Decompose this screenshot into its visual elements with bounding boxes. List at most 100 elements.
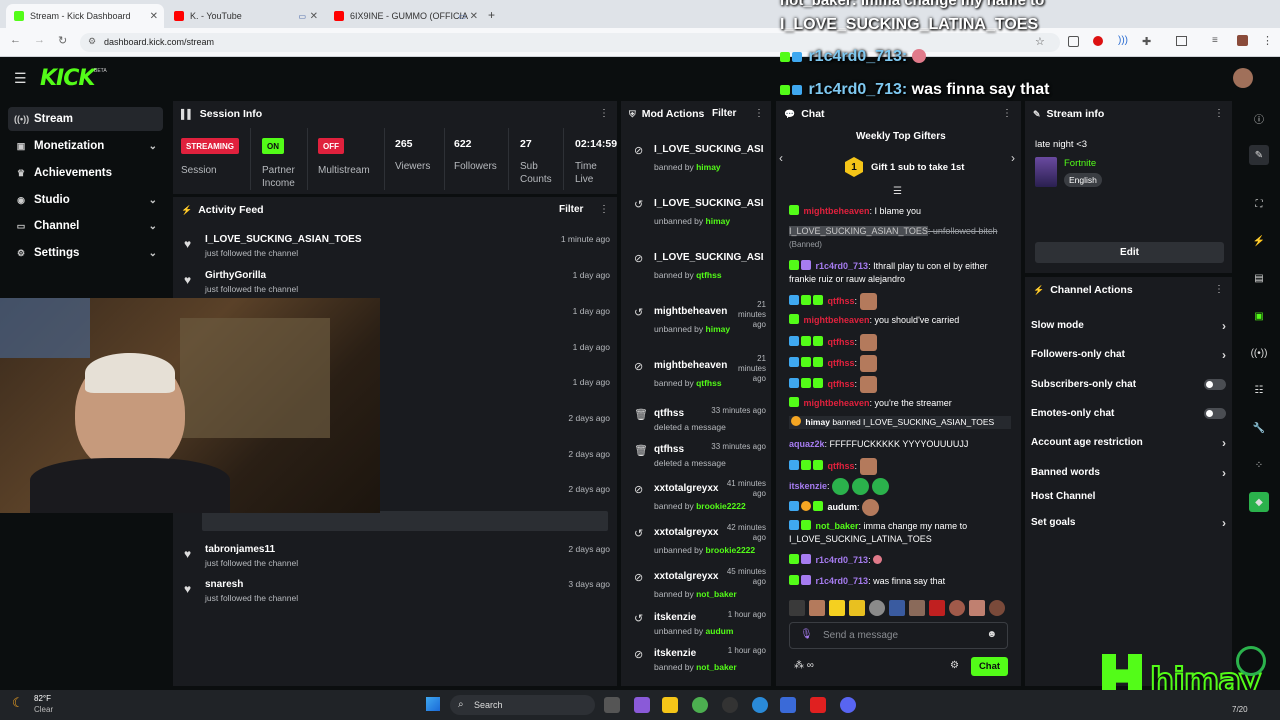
adblock-extension-icon[interactable] xyxy=(1093,36,1103,46)
chat-settings-gear-icon[interactable]: ⚙ xyxy=(950,660,959,671)
nodes-icon[interactable]: ⁘ xyxy=(1249,455,1269,475)
chat-users-icon[interactable]: ⁂ ∞ xyxy=(794,660,814,671)
emote-quick-item[interactable] xyxy=(789,600,805,616)
pencil-icon[interactable]: ✎ xyxy=(1249,145,1269,165)
info-icon[interactable]: ⓘ xyxy=(1249,108,1269,128)
sidebar-item-studio[interactable]: ◉ Studio ⌄ xyxy=(8,188,163,212)
chat-input[interactable]: 🎙 Send a message ☻ xyxy=(789,622,1008,649)
bookmark-star-icon[interactable]: ☆ xyxy=(1035,35,1045,48)
emote-quick-item[interactable] xyxy=(809,600,825,616)
sidebar-item-achievements[interactable]: ♛ Achievements xyxy=(8,161,163,185)
multistream-badge[interactable]: OFF xyxy=(318,138,344,154)
menu-icon[interactable]: ⋮ xyxy=(1262,34,1273,47)
emote-quick-item[interactable] xyxy=(909,600,925,616)
close-tab-icon[interactable]: ✕ xyxy=(470,11,478,22)
chevron-right-icon: › xyxy=(1222,348,1226,362)
discord-icon[interactable] xyxy=(840,697,856,713)
sidebar-item-channel[interactable]: ▭ Channel ⌄ xyxy=(8,214,163,238)
send-chat-button[interactable]: Chat xyxy=(971,657,1008,676)
store-icon[interactable] xyxy=(780,697,796,713)
followers-only-row[interactable]: Followers-only chat › xyxy=(1031,348,1226,369)
chat-menu-icon[interactable]: ⋮ xyxy=(1002,108,1012,119)
sidebar-toggle-icon[interactable] xyxy=(1176,36,1187,46)
edge-icon[interactable] xyxy=(752,697,768,713)
hamburger-menu-icon[interactable]: ☰ xyxy=(14,70,27,87)
pinned-messages-icon[interactable]: ☰ xyxy=(893,186,902,197)
document-icon[interactable]: ▤ xyxy=(1249,268,1269,288)
wrench-icon[interactable]: 🔧 xyxy=(1249,418,1269,438)
task-view-icon[interactable] xyxy=(604,697,620,713)
chat-bubble-icon[interactable]: ▣ xyxy=(1249,306,1269,326)
windows-start-icon[interactable] xyxy=(426,697,440,711)
money-icon: ▣ xyxy=(16,140,26,151)
profile-icon[interactable] xyxy=(1237,35,1248,46)
plugin-icon[interactable]: ◆ xyxy=(1249,492,1269,512)
gift-sub-text[interactable]: Gift 1 sub to take 1st xyxy=(871,162,964,173)
set-goals-row[interactable]: Set goals › xyxy=(1031,516,1226,537)
tab-gummo[interactable]: 6IX9INE - GUMMO (OFFICIA ▭ ✕ xyxy=(326,4,484,28)
emote-quick-item[interactable] xyxy=(829,600,845,616)
activity-menu-icon[interactable]: ⋮ xyxy=(599,204,609,215)
youtube-app-icon[interactable] xyxy=(810,697,826,713)
account-age-row[interactable]: Account age restriction › xyxy=(1031,436,1226,457)
extension-icon[interactable] xyxy=(1068,36,1079,47)
tab-youtube[interactable]: K. - YouTube ▭ ✕ xyxy=(166,4,324,28)
taskbar-search[interactable]: ⌕ Search xyxy=(450,695,595,715)
sound-extension-icon[interactable]: ))) xyxy=(1118,35,1128,46)
chevron-left-icon[interactable]: ‹ xyxy=(779,151,783,165)
mod-filter-button[interactable]: Filter xyxy=(712,108,736,119)
sub-badge-icon xyxy=(792,52,802,62)
copilot-icon[interactable] xyxy=(634,697,650,713)
sidebar-item-settings[interactable]: ⚙ Settings ⌄ xyxy=(8,241,163,265)
emote-quick-item[interactable] xyxy=(969,600,985,616)
emote-quick-item[interactable] xyxy=(929,600,945,616)
emote-quick-item[interactable] xyxy=(989,600,1005,616)
tab-kick-dashboard[interactable]: Stream - Kick Dashboard ✕ xyxy=(6,4,164,28)
emote-image xyxy=(872,478,890,495)
emote-quick-item[interactable] xyxy=(889,600,905,616)
stream-info-menu-icon[interactable]: ⋮ xyxy=(1214,108,1224,119)
channel-actions-menu-icon[interactable]: ⋮ xyxy=(1214,284,1224,295)
subscribers-only-toggle[interactable] xyxy=(1204,379,1226,390)
broadcast-icon[interactable]: ((•)) xyxy=(1249,343,1269,363)
puzzle-icon[interactable]: ✚ xyxy=(1142,35,1151,48)
reading-list-icon[interactable]: ≡ xyxy=(1212,35,1218,46)
banned-words-row[interactable]: Banned words › xyxy=(1031,466,1226,487)
brand-badge-icon xyxy=(1236,646,1266,676)
category-name[interactable]: Fortnite xyxy=(1064,158,1096,169)
expand-icon[interactable]: ⛶ xyxy=(1249,194,1269,214)
mod-menu-icon[interactable]: ⋮ xyxy=(754,108,764,119)
microphone-icon[interactable]: 🎙 xyxy=(800,629,813,640)
weather-icon[interactable]: ☾ xyxy=(12,695,24,711)
obs-icon[interactable] xyxy=(722,697,738,713)
host-channel-row[interactable]: Host Channel xyxy=(1031,491,1226,511)
forward-icon[interactable]: → xyxy=(34,34,45,46)
emoji-picker-icon[interactable]: ☻ xyxy=(986,629,997,640)
session-menu-icon[interactable]: ⋮ xyxy=(599,108,609,119)
partner-income-badge[interactable]: ON xyxy=(262,138,284,154)
layout-icon[interactable]: ☷ xyxy=(1249,380,1269,400)
new-tab-button[interactable]: + xyxy=(488,8,495,22)
chrome-icon[interactable] xyxy=(692,697,708,713)
category-thumbnail[interactable] xyxy=(1035,157,1057,187)
close-tab-icon[interactable]: ✕ xyxy=(310,11,318,22)
back-icon[interactable]: ← xyxy=(10,34,21,46)
emotes-only-toggle[interactable] xyxy=(1204,408,1226,419)
emote-quick-item[interactable] xyxy=(869,600,885,616)
reload-icon[interactable]: ↻ xyxy=(58,34,67,47)
stream-title: late night <3 xyxy=(1035,139,1088,150)
close-tab-icon[interactable]: ✕ xyxy=(150,11,158,22)
sidebar-item-stream[interactable]: ((•)) Stream xyxy=(8,107,163,131)
slow-mode-row[interactable]: Slow mode › xyxy=(1031,319,1226,340)
chevron-right-icon[interactable]: › xyxy=(1011,151,1015,165)
site-info-icon[interactable]: ⚙ xyxy=(88,36,96,47)
sidebar-item-monetization[interactable]: ▣ Monetization ⌄ xyxy=(8,134,163,158)
activity-filter-button[interactable]: Filter xyxy=(559,204,583,215)
user-avatar[interactable] xyxy=(1233,68,1253,88)
emote-quick-item[interactable] xyxy=(849,600,865,616)
edit-stream-button[interactable]: Edit xyxy=(1035,242,1224,263)
kick-logo[interactable]: KICK xyxy=(40,66,95,91)
emote-quick-item[interactable] xyxy=(949,600,965,616)
file-explorer-icon[interactable] xyxy=(662,697,678,713)
bolt-icon[interactable]: ⚡ xyxy=(1249,231,1269,251)
